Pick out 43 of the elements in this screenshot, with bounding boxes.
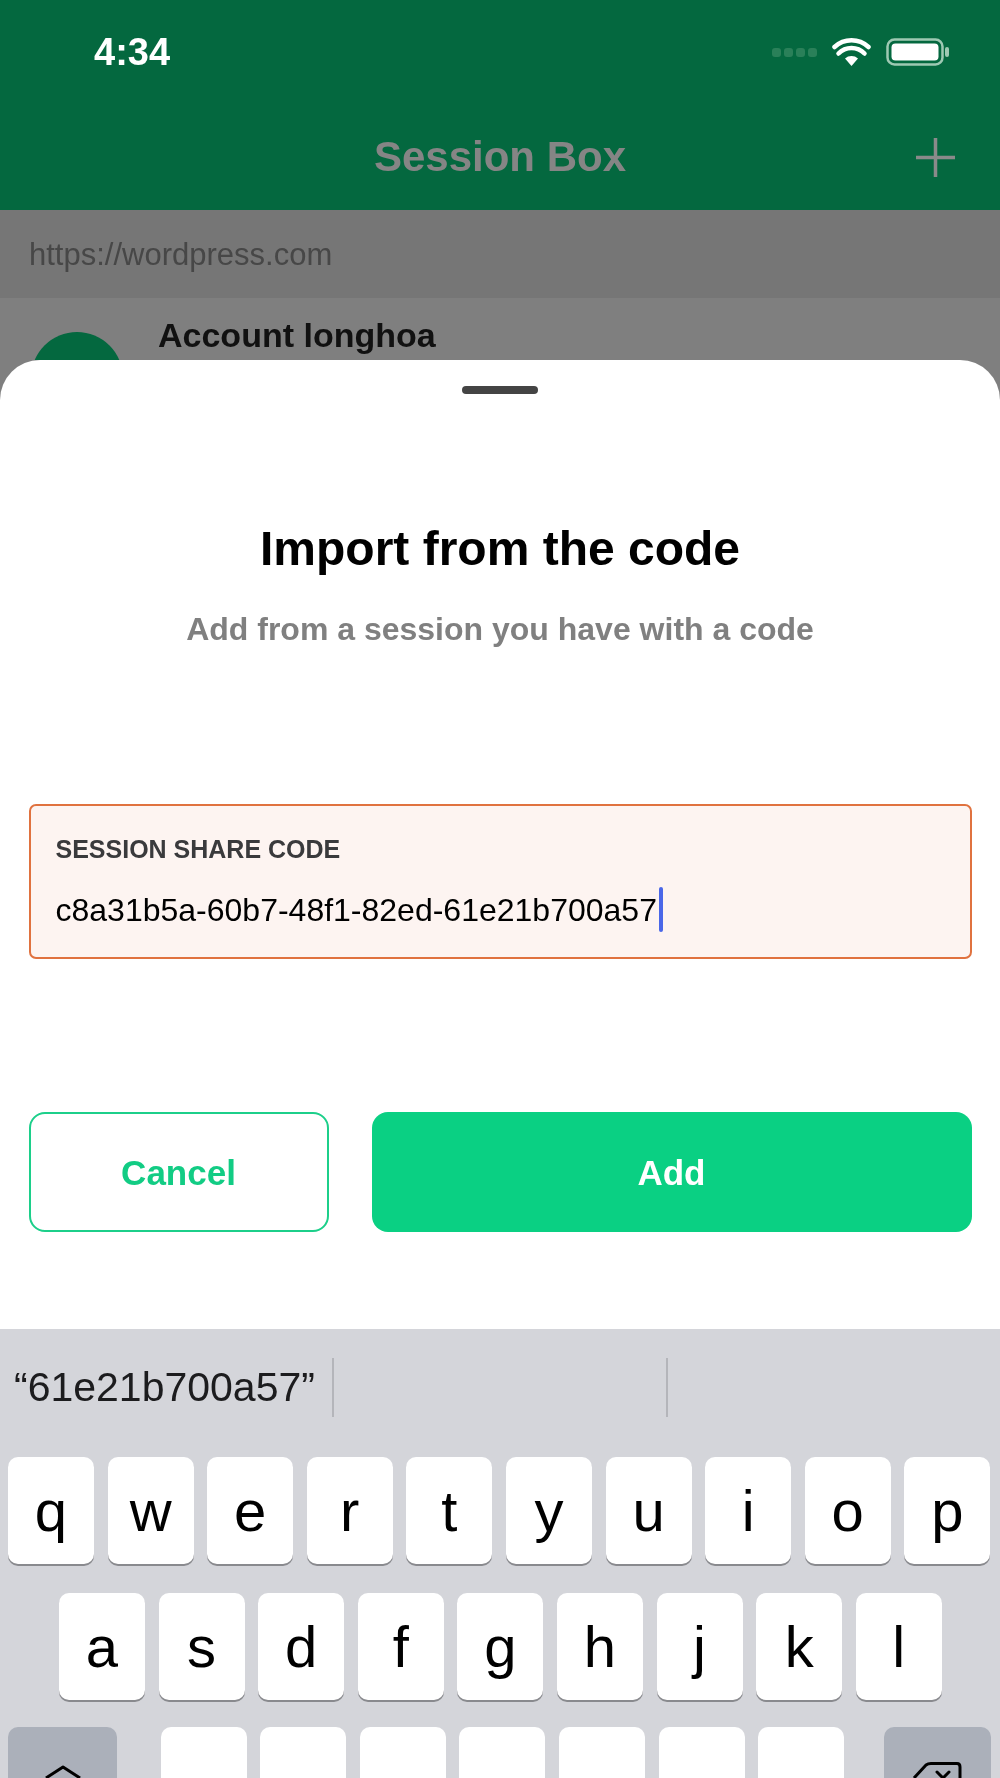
- keyboard-key[interactable]: [758, 1727, 845, 1778]
- keyboard-key[interactable]: h: [556, 1593, 643, 1700]
- keyboard-key[interactable]: [658, 1727, 745, 1778]
- shift-key[interactable]: [8, 1727, 117, 1778]
- signal-icon: [772, 47, 817, 57]
- keyboard-key[interactable]: [459, 1727, 546, 1778]
- text-cursor-icon: [658, 887, 663, 932]
- keyboard-key[interactable]: a: [59, 1593, 145, 1700]
- account-name: Account longhoa: [158, 318, 436, 352]
- suggestion-text[interactable]: “61e21b700a57”: [14, 1366, 315, 1408]
- keyboard-key[interactable]: p: [904, 1457, 991, 1564]
- keyboard-key[interactable]: g: [457, 1593, 544, 1700]
- add-icon[interactable]: [916, 137, 955, 177]
- sheet-subtitle: Add from a session you have with a code: [186, 613, 814, 645]
- keyboard-key[interactable]: [359, 1727, 446, 1778]
- keyboard-key[interactable]: f: [357, 1593, 444, 1700]
- keyboard-key[interactable]: q: [8, 1457, 94, 1564]
- wifi-icon: [832, 38, 871, 66]
- keyboard-key[interactable]: j: [656, 1593, 743, 1700]
- status-time: 4:34: [94, 33, 171, 71]
- keyboard-key[interactable]: l: [855, 1593, 942, 1700]
- keyboard-key[interactable]: [160, 1727, 247, 1778]
- keyboard-key[interactable]: i: [705, 1457, 792, 1564]
- input-field[interactable]: SESSION SHARE CODE c8a31b5a-60b7-48f1-82ed-61e21b700a57: [28, 804, 972, 959]
- keyboard-key[interactable]: t: [406, 1457, 493, 1564]
- keyboard-key[interactable]: w: [107, 1457, 194, 1564]
- sheet-title: Import from the code: [260, 525, 740, 573]
- keyboard-key[interactable]: d: [258, 1593, 345, 1700]
- keyboard-key[interactable]: [260, 1727, 347, 1778]
- field-label: SESSION SHARE CODE: [55, 837, 341, 862]
- keyboard-key[interactable]: e: [207, 1457, 294, 1564]
- keyboard-key[interactable]: s: [158, 1593, 245, 1700]
- delete-icon: [912, 1762, 963, 1778]
- drag-handle[interactable]: [462, 386, 538, 394]
- keyboard-key[interactable]: [558, 1727, 645, 1778]
- delete-key[interactable]: [883, 1727, 991, 1778]
- keyboard-key[interactable]: k: [756, 1593, 843, 1700]
- keyboard-key[interactable]: u: [605, 1457, 692, 1564]
- keyboard-key[interactable]: r: [306, 1457, 393, 1564]
- keyboard-key[interactable]: y: [505, 1457, 592, 1564]
- nav-title: Session Box: [373, 136, 627, 178]
- keyboard-key[interactable]: o: [804, 1457, 891, 1564]
- battery-icon: [886, 38, 949, 66]
